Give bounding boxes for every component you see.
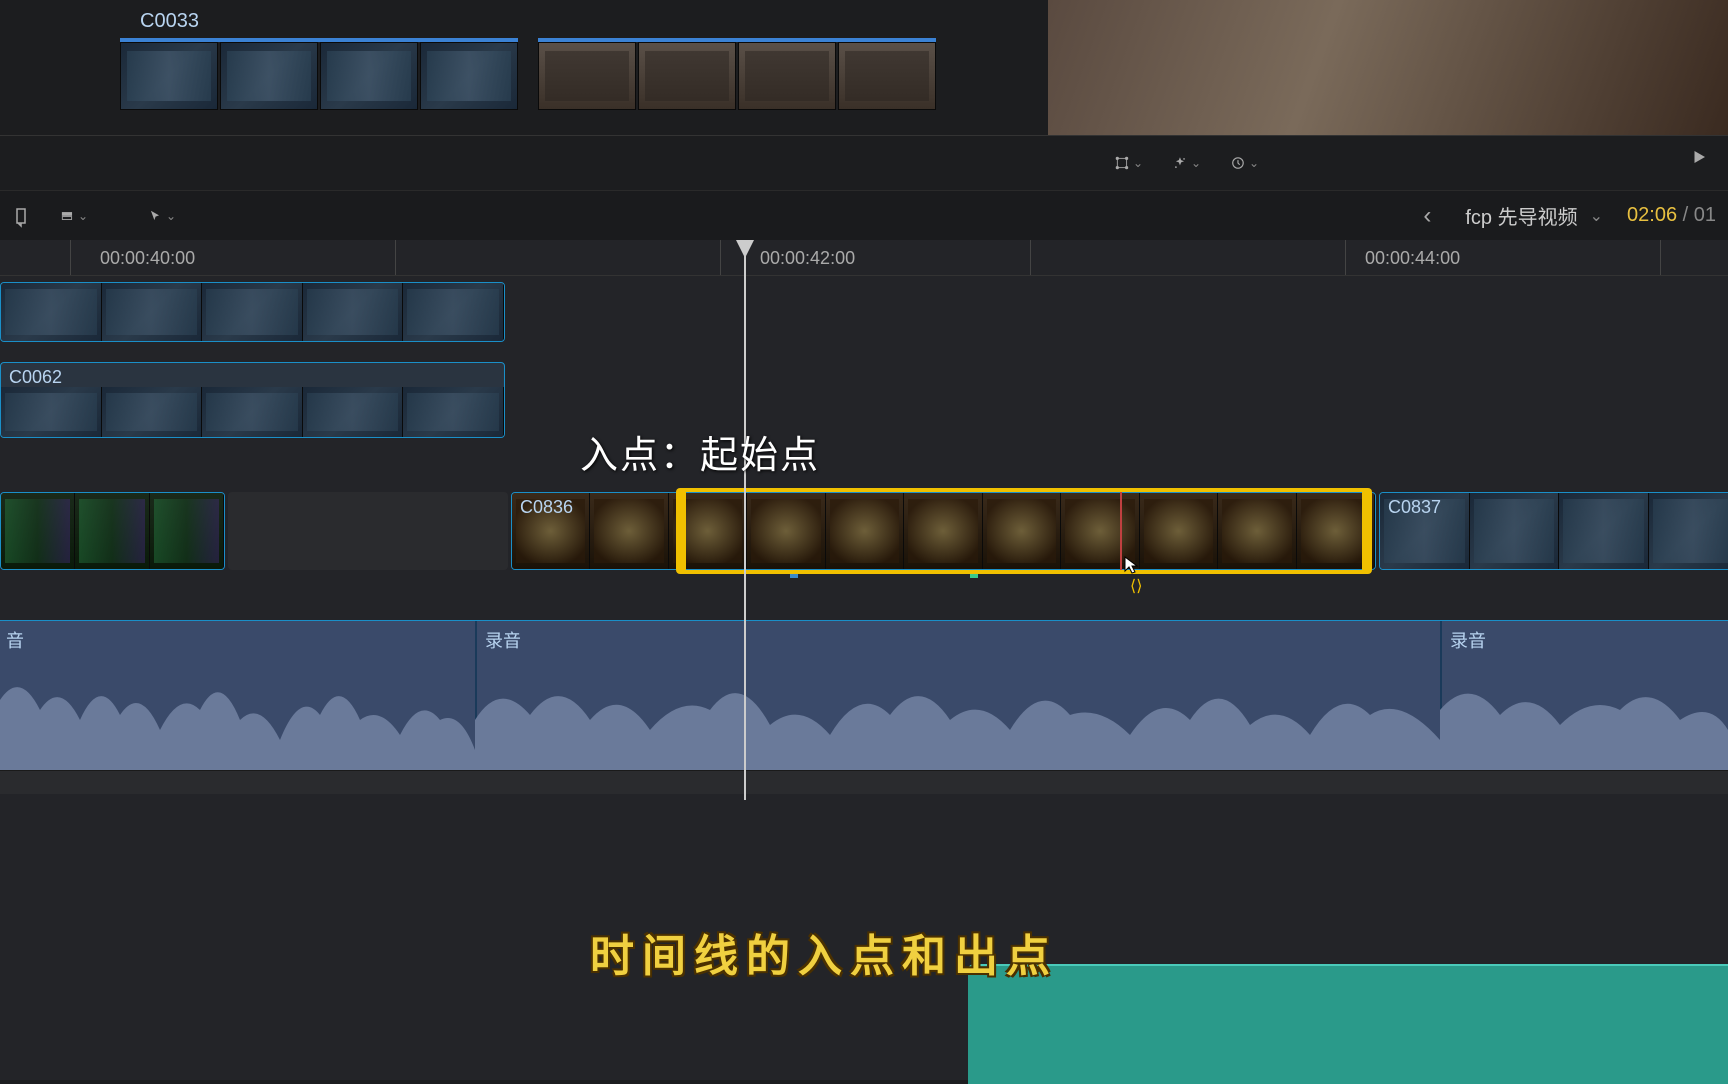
play-button[interactable] [1690, 148, 1708, 171]
audio-clip-label: 录音 [1450, 627, 1486, 653]
mouse-cursor-icon [1124, 556, 1140, 572]
audio-clip-label: 录音 [485, 627, 521, 653]
chevron-down-icon[interactable]: ⌄ [166, 209, 176, 223]
appearance-button-icon[interactable]: ⌄ [60, 202, 88, 230]
browser-thumb[interactable] [738, 42, 836, 110]
browser-thumb[interactable] [420, 42, 518, 110]
timeline-clip-c0837[interactable]: C0837 [1379, 492, 1728, 570]
enhance-tool-icon[interactable]: ⌄ [1173, 149, 1201, 177]
chevron-down-icon[interactable]: ⌄ [78, 209, 88, 223]
timeline-clip-c0836[interactable]: C0836 [511, 492, 1376, 570]
retime-tool-icon[interactable]: ⌄ [1231, 149, 1259, 177]
clip-label: C0062 [9, 367, 62, 388]
annotation-in-point: 入点：起始点 [580, 424, 820, 479]
skimmer-line [1120, 492, 1122, 570]
browser-thumb[interactable] [220, 42, 318, 110]
select-tool-icon[interactable]: ⌄ [148, 202, 176, 230]
range-cursor-icon: ⟨⟩ [1130, 576, 1142, 596]
current-timecode[interactable]: 02:06 [1627, 204, 1677, 227]
ruler-tick: 00:00:44:00 [1365, 248, 1460, 269]
browser-clip-label: C0033 [140, 10, 199, 33]
browser-thumb[interactable] [320, 42, 418, 110]
timeline-toolbar: ⌄ ⌄ ‹ fcp 先导视频 ⌄ 02:06 / 01 [0, 190, 1728, 240]
index-button-icon[interactable] [12, 202, 40, 230]
ruler-tick: 00:00:40:00 [100, 248, 195, 269]
video-subtitle: 时间线的入点和出点 [590, 920, 1058, 984]
timeline-gap[interactable] [228, 492, 508, 570]
total-duration: 01 [1694, 204, 1716, 227]
browser-filmstrip[interactable] [120, 38, 1040, 110]
chevron-down-icon[interactable]: ⌄ [1191, 156, 1201, 170]
ruler-tick: 00:00:42:00 [760, 248, 855, 269]
audio-waveform [0, 660, 1728, 770]
timeline-clip[interactable] [0, 282, 505, 342]
marker [970, 574, 978, 578]
history-back-icon[interactable]: ‹ [1413, 202, 1441, 230]
audio-clip-label: 音 [6, 627, 24, 653]
browser-thumb[interactable] [120, 42, 218, 110]
chevron-down-icon[interactable]: ⌄ [1133, 156, 1143, 170]
audio-track[interactable]: 音 录音 录音 [0, 620, 1728, 770]
transform-tool-icon[interactable]: ⌄ [1115, 149, 1143, 177]
clip-label: C0836 [520, 497, 573, 518]
viewer-panel[interactable] [1048, 0, 1728, 135]
clip-label: C0837 [1388, 497, 1441, 518]
secondary-lane [0, 770, 1728, 794]
timecode-separator: / [1677, 204, 1694, 227]
connected-clip-label [968, 966, 1728, 978]
browser-thumb[interactable] [638, 42, 736, 110]
connected-clip[interactable] [968, 964, 1728, 1084]
chevron-down-icon[interactable]: ⌄ [1590, 206, 1603, 226]
timeline-clip[interactable]: C0062 [0, 362, 505, 438]
browser-thumb[interactable] [538, 42, 636, 110]
project-name[interactable]: fcp 先导视频 [1465, 201, 1577, 230]
timeline-ruler[interactable]: 00:00:40:00 00:00:42:00 00:00:44:00 [0, 240, 1728, 276]
timeline-clip[interactable] [0, 492, 225, 570]
browser-thumb[interactable] [838, 42, 936, 110]
playhead[interactable] [744, 240, 746, 800]
chevron-down-icon[interactable]: ⌄ [1249, 156, 1259, 170]
marker [790, 574, 798, 578]
viewer-toolbar: ⌄ ⌄ ⌄ [0, 135, 1728, 190]
